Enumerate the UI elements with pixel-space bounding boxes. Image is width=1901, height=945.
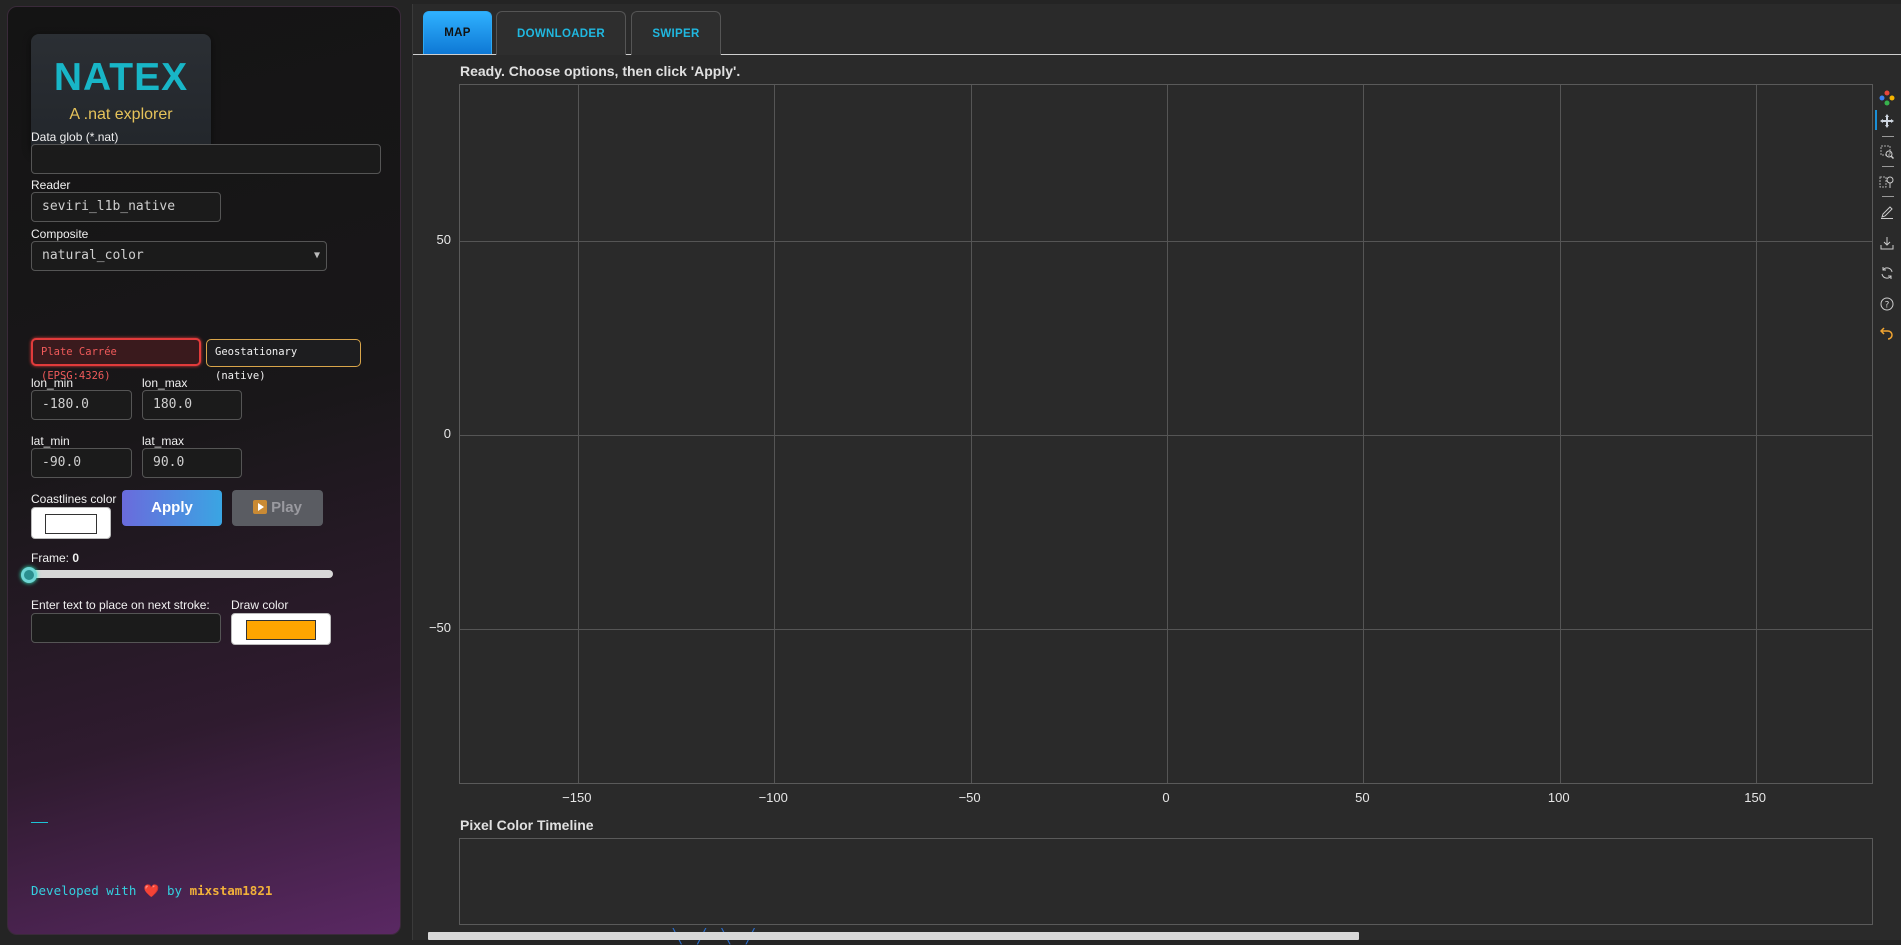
map-x-tick-label: −100 <box>758 790 788 805</box>
main-panel: MAP DOWNLOADER SWIPER Ready. Choose opti… <box>412 4 1901 944</box>
map-grid-vline <box>1559 85 1561 783</box>
lon-max-input[interactable]: 180.0 <box>142 390 242 420</box>
tab-swiper[interactable]: SWIPER <box>631 11 721 55</box>
apply-button[interactable]: Apply <box>122 490 222 526</box>
lat-min-input[interactable]: -90.0 <box>31 448 132 478</box>
map-y-tick-label: −50 <box>428 620 451 636</box>
footer-by: by <box>167 883 183 898</box>
divider <box>31 822 48 823</box>
play-button[interactable]: Play <box>232 490 323 526</box>
map-grid-hline <box>460 435 1872 436</box>
draw-color-picker[interactable] <box>231 613 331 645</box>
composite-label: Composite <box>31 227 89 241</box>
tab-bar: MAP DOWNLOADER SWIPER <box>413 4 1901 55</box>
map-grid-vline <box>1756 85 1758 783</box>
reader-input[interactable]: seviri_l1b_native <box>31 192 221 222</box>
footer-prefix: Developed with <box>31 883 137 898</box>
frame-slider-handle[interactable] <box>21 567 37 583</box>
pan-icon[interactable] <box>1879 113 1895 129</box>
reset-icon[interactable] <box>1879 265 1895 281</box>
heart-icon: ❤️ <box>143 883 160 898</box>
map-x-tick-label: −150 <box>562 790 592 805</box>
undo-icon[interactable] <box>1879 325 1895 341</box>
lon-max-label: lon_max <box>142 376 188 390</box>
reader-label: Reader <box>31 178 71 192</box>
author-link[interactable]: mixstam1821 <box>190 883 273 898</box>
frame-label: Frame: 0 <box>31 551 80 565</box>
map-grid-hline <box>460 240 1872 242</box>
stroke-text-input[interactable] <box>31 613 221 643</box>
map-grid-vline <box>1167 85 1168 783</box>
footer-credit: Developed with ❤️ by mixstam1821 <box>31 883 272 899</box>
map-x-tick-label: 50 <box>1355 790 1370 805</box>
stroke-text-label: Enter text to place on next stroke: <box>31 598 210 612</box>
draw-color-label: Draw color <box>231 598 289 612</box>
frame-slider-track[interactable] <box>31 570 333 578</box>
draw-color-swatch <box>246 620 316 640</box>
map-y-tick-label: 0 <box>443 426 451 441</box>
svg-text:?: ? <box>1885 301 1890 311</box>
projection-geostationary-button[interactable]: Geostationary (native) <box>206 339 361 382</box>
map-y-tick-label: 50 <box>436 231 451 247</box>
map-grid-vline <box>1363 85 1365 783</box>
map-grid-vline <box>774 85 776 783</box>
map-x-tick-label: −50 <box>958 790 981 805</box>
projection-plate-carree-button[interactable]: Plate Carrée (EPSG:4326) <box>31 338 201 382</box>
freehand-draw-icon[interactable] <box>1879 204 1895 220</box>
tab-downloader[interactable]: DOWNLOADER <box>496 11 626 55</box>
coastlines-color-label: Coastlines color <box>31 492 117 506</box>
lon-min-label: lon_min <box>31 376 74 390</box>
horizontal-scrollbar[interactable] <box>428 932 1359 940</box>
status-message: Ready. Choose options, then click 'Apply… <box>460 63 741 79</box>
map-x-tick-label: 150 <box>1744 790 1766 805</box>
play-icon <box>253 500 268 514</box>
modebar-separator <box>1882 166 1894 167</box>
coastlines-color-picker[interactable] <box>31 507 111 539</box>
map-grid-hline <box>460 629 1872 631</box>
data-glob-input[interactable] <box>31 144 381 174</box>
composite-select[interactable]: natural_color ▼ <box>31 241 327 271</box>
modebar-separator <box>1882 196 1894 197</box>
timeline-title: Pixel Color Timeline <box>460 817 594 833</box>
app-subtitle: A .nat explorer <box>69 106 173 123</box>
save-icon[interactable] <box>1879 235 1895 251</box>
pixel-color-timeline-plot[interactable] <box>459 838 1873 925</box>
map-grid-vline <box>577 85 579 783</box>
box-select-icon[interactable] <box>1879 174 1895 190</box>
lat-min-label: lat_min <box>31 434 70 448</box>
lat-max-label: lat_max <box>142 434 185 448</box>
map-x-tick-label: 0 <box>1162 790 1170 805</box>
tab-map[interactable]: MAP <box>423 11 492 54</box>
lon-min-input[interactable]: -180.0 <box>31 390 132 420</box>
plotly-logo-icon[interactable] <box>1879 90 1895 106</box>
box-zoom-icon[interactable] <box>1879 144 1895 160</box>
app-title: NATEX <box>53 56 189 99</box>
lat-max-input[interactable]: 90.0 <box>142 448 242 478</box>
composite-value: natural_color <box>42 248 144 263</box>
chevron-down-icon: ▼ <box>313 250 320 261</box>
modebar-separator <box>1882 136 1894 137</box>
hover-help-icon[interactable]: ? <box>1879 296 1895 312</box>
frame-value: 0 <box>72 551 80 565</box>
data-glob-label: Data glob (*.nat) <box>31 130 119 144</box>
play-label: Play <box>271 499 302 516</box>
coastlines-color-swatch <box>45 514 97 534</box>
map-x-tick-label: 100 <box>1547 790 1570 805</box>
map-plot-area[interactable] <box>459 84 1873 784</box>
sidebar: NATEX A .nat explorer Data glob (*.nat) … <box>7 6 401 935</box>
map-grid-vline <box>970 85 972 783</box>
modebar-active-indicator <box>1875 110 1877 130</box>
